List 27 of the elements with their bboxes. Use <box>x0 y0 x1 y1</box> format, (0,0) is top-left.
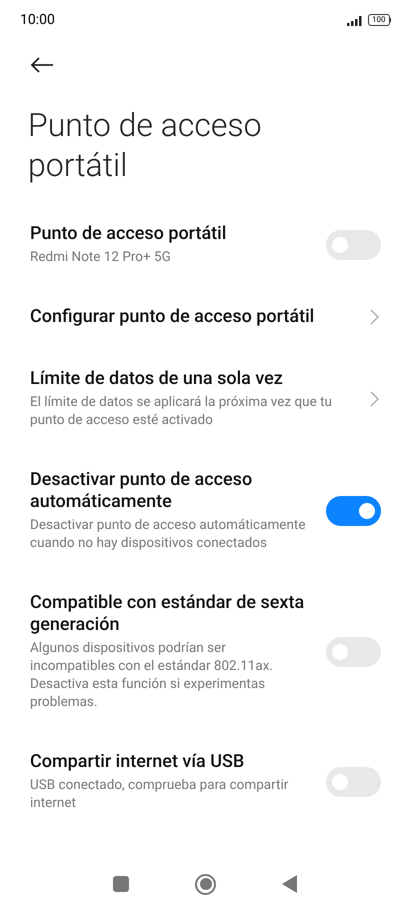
signal-icon <box>347 14 364 26</box>
setting-title: Configurar punto de acceso portátil <box>30 306 316 328</box>
setting-description: USB conectado, comprueba para compartir internet <box>30 776 290 812</box>
setting-title: Límite de datos de una sola vez <box>30 368 284 390</box>
back-nav-button[interactable] <box>282 875 298 893</box>
setting-row[interactable]: Punto de acceso portátil Redmi Note 12 Pro+ 5G <box>0 203 411 286</box>
setting-description: Redmi Note 12 Pro+ 5G <box>30 248 172 266</box>
setting-title: Desactivar punto de acceso automáticamente <box>30 469 254 513</box>
setting-description: Algunos dispositivos podrían ser incompatibles con el estándar 802.11ax. Desactiva esta función si experimentas problemas. <box>30 639 274 711</box>
setting-title: Punto de acceso portátil <box>30 223 228 245</box>
setting-row[interactable]: Compatible con estándar de sexta generación Algunos dispositivos podrían ser incompatibles con el estándar 802.11ax. Desactiva esta función si experimentas problemas. <box>0 572 411 731</box>
setting-row[interactable]: Compartir internet vía USB USB conectado, comprueba para compartir internet <box>0 731 411 832</box>
chevron-right-icon <box>370 309 379 325</box>
chevron-right-icon <box>370 390 379 406</box>
battery-icon: 100 <box>368 14 391 26</box>
setting-row[interactable]: Desactivar punto de acceso automáticamente Desactivar punto de acceso automáticamente cuando no hay dispositivos conectados <box>0 449 411 572</box>
setting-description: Desactivar punto de acceso automáticamente cuando no hay dispositivos conectados <box>30 516 306 552</box>
home-button[interactable] <box>195 874 216 894</box>
status-time: 10:00 <box>20 10 55 30</box>
toggle-switch[interactable] <box>326 496 381 526</box>
setting-title: Compatible con estándar de sexta generación <box>30 592 306 636</box>
setting-title: Compartir internet vía USB <box>30 751 246 773</box>
setting-description: El límite de datos se aplicará la próxima vez que tu punto de acceso esté activado <box>30 393 333 429</box>
setting-row[interactable]: Límite de datos de una sola vez El límite de datos se aplicará la próxima vez que tu punto de acceso esté activado <box>0 348 411 449</box>
setting-row[interactable]: Configurar punto de acceso portátil <box>0 286 411 348</box>
recents-button[interactable] <box>113 876 129 892</box>
page-title: Punto de acceso portátil <box>27 105 263 185</box>
